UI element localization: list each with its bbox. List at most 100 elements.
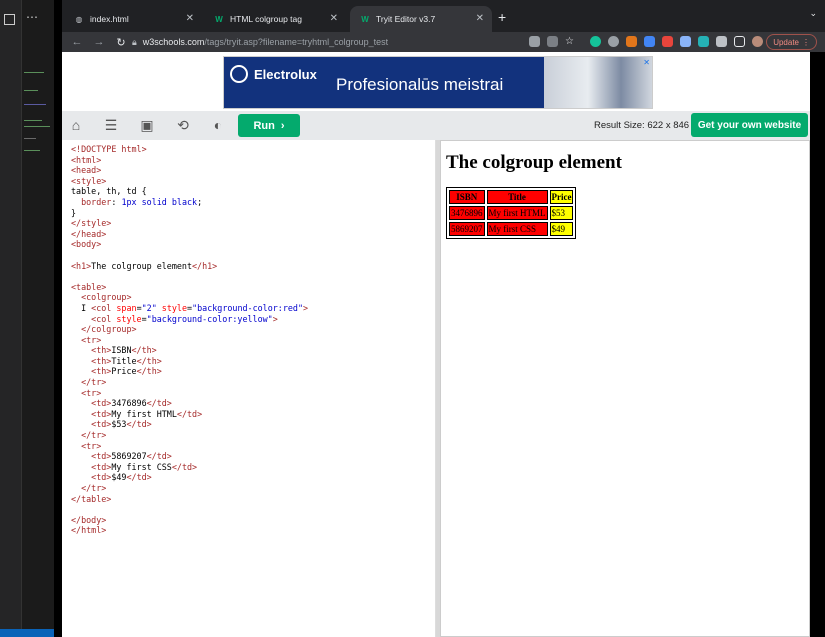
editor-sidebar: ⋯: [0, 0, 62, 637]
table-row: 3476896 My first HTML $53: [449, 206, 574, 220]
tab-tryit-editor[interactable]: W Tryit Editor v3.7 ✕: [350, 6, 492, 32]
address-bar[interactable]: 🔒︎ w3schools.com/tags/tryit.asp?filename…: [132, 34, 522, 50]
code-line: </tr>: [81, 377, 107, 388]
code-line: <colgroup>: [81, 292, 132, 303]
header-cell-price: Price: [549, 190, 574, 204]
avatar[interactable]: [752, 36, 763, 47]
share-icon[interactable]: [547, 36, 558, 47]
update-label: Update: [773, 37, 799, 47]
extension-fox-icon[interactable]: [626, 36, 637, 47]
code-line: <tr>: [81, 387, 102, 398]
more-actions-icon[interactable]: ⋯: [26, 10, 38, 24]
code-line: </style>: [71, 218, 112, 229]
extension-b-icon[interactable]: [644, 36, 655, 47]
close-icon[interactable]: ✕: [186, 13, 194, 24]
close-icon[interactable]: ✕: [476, 13, 484, 24]
result-size: Result Size: 622 x 846: [594, 120, 690, 131]
code-line: <th>Title</th>: [91, 355, 162, 366]
table-cell: 3476896: [449, 206, 485, 220]
code-line: <td>$53</td>: [91, 419, 152, 430]
forward-icon[interactable]: →: [92, 36, 106, 48]
table-cell: My first HTML: [486, 206, 548, 220]
ad-slogan: Profesionalūs meistrai: [336, 75, 504, 94]
code-line: <table>: [71, 281, 107, 292]
code-line: <tr>: [81, 334, 102, 345]
extension-grammarly-icon[interactable]: [590, 36, 601, 47]
code-editor[interactable]: <!DOCTYPE html> <html> <head> <style> table,…: [62, 140, 436, 637]
code-line: I <col span="2" style="background-color:…: [71, 302, 309, 313]
new-tab-icon[interactable]: +: [498, 9, 506, 25]
code-line: border: 1px solid black;: [81, 196, 203, 207]
save-icon[interactable]: ▣: [138, 117, 156, 134]
activity-bar: [0, 0, 22, 637]
browser-tab-strip: ◍ index.html ✕ W HTML colgroup tag ✕ W T…: [62, 0, 825, 32]
code-line: </colgroup>: [81, 324, 137, 335]
code-text[interactable]: <!DOCTYPE html> <html> <head> <style> table,…: [71, 144, 308, 536]
more-vert-icon: ⋮: [802, 37, 810, 47]
code-line: <h1>The colgroup element</h1>: [71, 260, 218, 271]
close-icon[interactable]: ✕: [330, 13, 338, 24]
code-line: }: [71, 207, 77, 218]
tryit-toolbar: ⌂ ☰ ▣ ⟲ ◐ Run › Result Size: 622 x 846 G…: [62, 111, 810, 140]
menu-icon[interactable]: ☰: [102, 117, 120, 134]
electrolux-mark-icon: [230, 65, 248, 83]
tab-html-colgroup-tag[interactable]: W HTML colgroup tag ✕: [204, 6, 346, 32]
table-cell: $53: [549, 206, 574, 220]
code-line: <col style="background-color:yellow">: [91, 313, 278, 324]
code-line: </body>: [71, 514, 107, 525]
code-line: <td>3476896</td>: [91, 398, 172, 409]
sidepanel-icon[interactable]: [734, 36, 745, 47]
get-own-website-button[interactable]: Get your own website: [691, 113, 808, 137]
update-button[interactable]: Update ⋮: [766, 34, 817, 50]
code-line: </tr>: [81, 430, 107, 441]
code-line: <td>$49</td>: [91, 472, 152, 483]
bookmark-star-icon[interactable]: ☆: [565, 36, 576, 47]
code-line: </html>: [71, 525, 107, 536]
result-heading: The colgroup element: [446, 152, 622, 173]
rotate-icon[interactable]: ⟲: [174, 117, 192, 134]
theme-toggle-icon[interactable]: ◐: [209, 117, 227, 134]
code-line: <td>5869207</td>: [91, 451, 172, 462]
header-cell-isbn: ISBN: [449, 190, 485, 204]
extension-c-icon[interactable]: [662, 36, 673, 47]
extension-teal-icon[interactable]: [698, 36, 709, 47]
tab-index-html[interactable]: ◍ index.html ✕: [64, 6, 202, 32]
tab-label: Tryit Editor v3.7: [376, 14, 436, 24]
ad-photo: [544, 57, 652, 108]
tab-search-icon[interactable]: ⌄: [809, 8, 817, 19]
run-label: Run: [253, 119, 275, 132]
ad-close-icon[interactable]: ✕: [643, 58, 650, 67]
code-line: <!DOCTYPE html>: [71, 144, 147, 154]
home-icon[interactable]: ⌂: [67, 117, 85, 134]
code-line: <td>My first HTML</td>: [91, 408, 203, 419]
code-line: </table>: [71, 493, 112, 504]
w3schools-icon: W: [215, 14, 223, 24]
back-icon[interactable]: ←: [70, 36, 84, 48]
address-path: /tags/tryit.asp?filename=tryhtml_colgrou…: [204, 37, 389, 47]
extension-gear-icon[interactable]: [608, 36, 619, 47]
reload-icon[interactable]: ↻: [114, 36, 128, 49]
table-cell: $49: [549, 222, 574, 236]
page-viewport: Electrolux Profesionalūs meistrai ✕ ⌂ ☰ …: [62, 52, 810, 637]
chevron-right-icon: ›: [280, 119, 285, 132]
code-line: <body>: [71, 239, 102, 250]
lock-icon: 🔒︎: [132, 36, 137, 47]
ad-banner[interactable]: Electrolux Profesionalūs meistrai ✕: [223, 56, 653, 109]
result-frame: The colgroup element ISBN Title Price 34…: [440, 140, 810, 637]
lens-icon[interactable]: [529, 36, 540, 47]
tab-label: HTML colgroup tag: [230, 14, 302, 24]
table-row: 5869207 My first CSS $49: [449, 222, 574, 236]
extensions-puzzle-icon[interactable]: [716, 36, 727, 47]
code-line: <head>: [71, 165, 102, 176]
status-bar: [0, 629, 54, 637]
code-line: <style>: [71, 175, 107, 186]
split-editor-icon[interactable]: [4, 14, 15, 25]
code-line: <th>ISBN</th>: [91, 345, 157, 356]
extension-cube-icon[interactable]: [680, 36, 691, 47]
code-line: table, th, td {: [71, 186, 147, 197]
run-button[interactable]: Run ›: [238, 114, 300, 137]
code-line: <tr>: [81, 440, 102, 451]
table-row: ISBN Title Price: [449, 190, 574, 204]
